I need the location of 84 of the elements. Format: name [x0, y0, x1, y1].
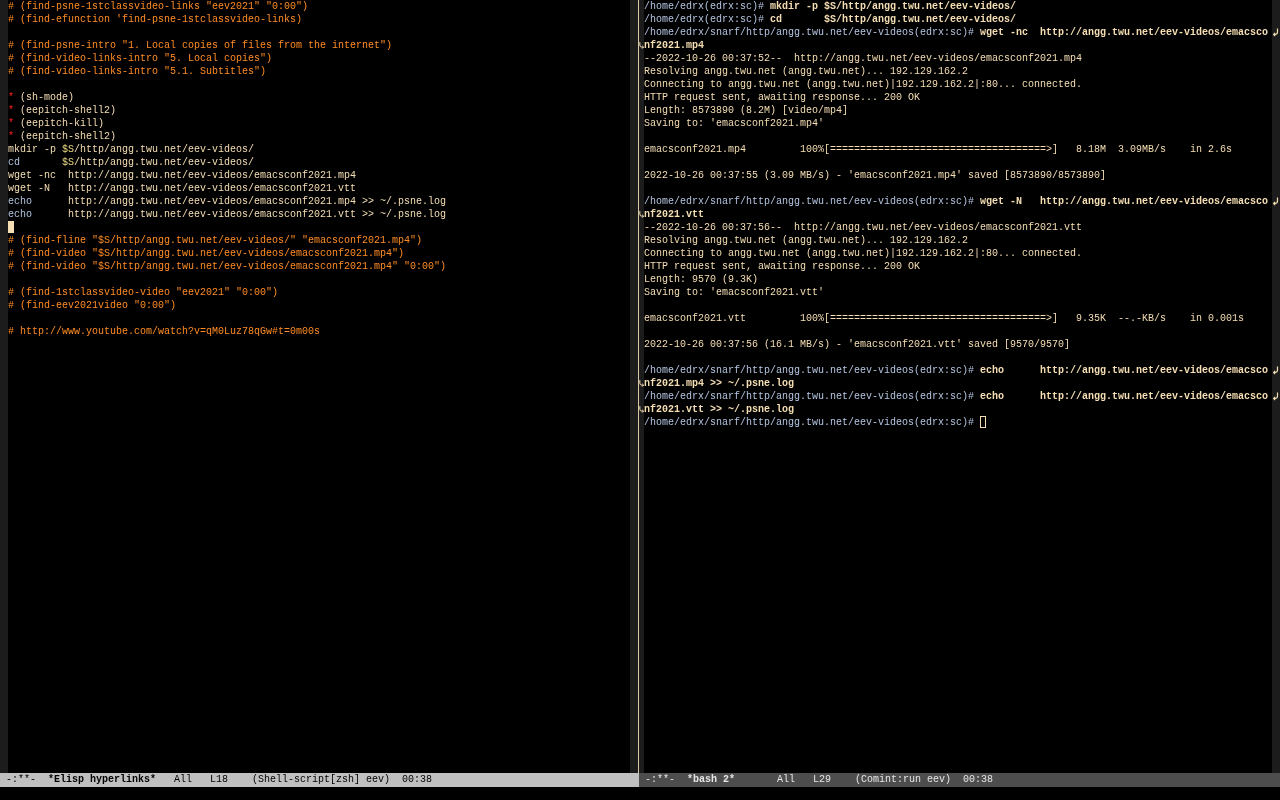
command-output: 2022-10-26 00:37:56 (16.1 MB/s) - 'emacsconf2021.vtt' saved [9570/9570] — [644, 339, 1071, 350]
command-output: --2022-10-26 00:37:56-- http://angg.twu.net/eev-videos/emacsconf2021.vtt — [644, 222, 1083, 233]
code-text: (eepitch-shell2) — [20, 131, 117, 142]
shell-command: nf2021.mp4 — [644, 40, 704, 51]
scroll-position: All — [174, 773, 193, 787]
line-number: L18 — [210, 773, 229, 787]
shell-prompt: /home/edrx/snarf/http/angg.twu.net/eev-videos(edrx:sc)# — [644, 196, 975, 207]
heading-asterisk: * — [8, 105, 14, 116]
builtin-command: echo — [8, 209, 32, 220]
heading-asterisk: * — [8, 118, 14, 129]
command-output: 2022-10-26 00:37:55 (3.09 MB/s) - 'emacsconf2021.mp4' saved [8573890/8573890] — [644, 170, 1107, 181]
command-output: Saving to: 'emacsconf2021.vtt' — [644, 287, 825, 298]
shell-prompt: /home/edrx/snarf/http/angg.twu.net/eev-videos(edrx:sc)# — [644, 417, 975, 428]
modified-status: -:**- — [6, 773, 36, 787]
shell-command: mkdir -p $S/http/angg.twu.net/eev-videos/ — [770, 1, 1017, 12]
command-output: Resolving angg.twu.net (angg.twu.net)... 192.129.162.2 — [644, 235, 969, 246]
comment-text: # http://www.youtube.com/watch?v=qM0Luz78qGw#t=0m00s — [8, 326, 321, 337]
heading-asterisk: * — [8, 131, 14, 142]
wrap-arrow-icon — [1273, 197, 1279, 206]
shell-command: wget -nc http://angg.twu.net/eev-videos/emacsco — [980, 27, 1269, 38]
wrap-arrow-icon — [1273, 392, 1279, 401]
command-output: --2022-10-26 00:37:52-- http://angg.twu.net/eev-videos/emacsconf2021.mp4 — [644, 53, 1083, 64]
comment-text: # (find-video "$S/http/angg.twu.net/eev-videos/emacsconf2021.mp4" "0:00") — [8, 261, 447, 272]
code-text: wget -N http://angg.twu.net/eev-videos/emacsconf2021.vtt — [8, 183, 357, 194]
clock-time: 00:38 — [963, 773, 994, 787]
comment-text: # (find-psne-intro "1. Local copies of files from the internet") — [8, 40, 393, 51]
code-text: mkdir -p — [8, 144, 56, 155]
code-text: /http/angg.twu.net/eev-videos/ — [74, 157, 255, 168]
command-output: HTTP request sent, awaiting response... 200 OK — [644, 92, 921, 103]
command-output: Length: 9570 (9.3K) — [644, 274, 759, 285]
comment-text: # (find-1stclassvideo-video "eev2021" "0:00") — [8, 287, 279, 298]
code-text: /http/angg.twu.net/eev-videos/ — [74, 144, 255, 155]
wrap-arrow-icon — [639, 41, 644, 50]
comment-text: # (find-video-links-intro "5. Local copies") — [8, 53, 273, 64]
code-text: (sh-mode) — [20, 92, 75, 103]
wrap-arrow-icon — [639, 379, 644, 388]
variable-text: $S — [62, 144, 75, 155]
command-output: HTTP request sent, awaiting response... 200 OK — [644, 261, 921, 272]
shell-command: nf2021.vtt — [644, 209, 704, 220]
scroll-position: All — [777, 773, 796, 787]
shell-prompt: /home/edrx/snarf/http/angg.twu.net/eev-videos(edrx:sc)# — [644, 391, 975, 402]
command-output: Length: 8573890 (8.2M) [video/mp4] — [644, 105, 849, 116]
shell-prompt: /home/edrx/snarf/http/angg.twu.net/eev-videos(edrx:sc)# — [644, 365, 975, 376]
wrap-arrow-icon — [1273, 28, 1279, 37]
code-text: (eepitch-shell2) — [20, 105, 117, 116]
major-mode: (Shell-script[zsh] eev) — [252, 773, 391, 787]
shell-command: cd $S/http/angg.twu.net/eev-videos/ — [770, 14, 1017, 25]
shell-command: wget -N http://angg.twu.net/eev-videos/emacsco — [980, 196, 1269, 207]
command-output: emacsconf2021.vtt 100%[====================================>] 9.35K --.-KB/s in 0.001s — [644, 313, 1245, 324]
shell-prompt: /home/edrx(edrx:sc)# — [644, 14, 765, 25]
variable-text: $S — [62, 157, 75, 168]
modified-status: -:**- — [645, 773, 675, 787]
code-text: http://angg.twu.net/eev-videos/emacsconf2021.vtt >> ~/.psne.log — [68, 209, 447, 220]
buffer-name: *bash 2* — [687, 773, 737, 787]
comment-text: # (find-psne-1stclassvideo-links "eev2021" "0:00") — [8, 1, 309, 12]
shell-prompt: /home/edrx(edrx:sc)# — [644, 1, 765, 12]
shell-command: echo http://angg.twu.net/eev-videos/emacsco — [980, 391, 1269, 402]
shell-prompt: /home/edrx/snarf/http/angg.twu.net/eev-videos(edrx:sc)# — [644, 27, 975, 38]
comment-text: # (find-video-links-intro "5.1. Subtitles") — [8, 66, 267, 77]
command-output: Saving to: 'emacsconf2021.mp4' — [644, 118, 825, 129]
shell-command: nf2021.mp4 >> ~/.psne.log — [644, 378, 795, 389]
clock-time: 00:38 — [402, 773, 433, 787]
code-text: http://angg.twu.net/eev-videos/emacsconf2021.mp4 >> ~/.psne.log — [68, 196, 447, 207]
major-mode: (Comint:run eev) — [855, 773, 952, 787]
code-text: wget -nc http://angg.twu.net/eev-videos/emacsconf2021.mp4 — [8, 170, 357, 181]
code-text: (eepitch-kill) — [20, 118, 105, 129]
comment-text: # (find-fline "$S/http/angg.twu.net/eev-videos/" "emacsconf2021.mp4") — [8, 235, 423, 246]
builtin-command: cd — [8, 157, 20, 168]
shell-command: nf2021.vtt >> ~/.psne.log — [644, 404, 795, 415]
wrap-arrow-icon — [1273, 366, 1279, 375]
builtin-command: echo — [8, 196, 32, 207]
comment-text: # (find-video "$S/http/angg.twu.net/eev-videos/emacsconf2021.mp4") — [8, 248, 405, 259]
line-number: L29 — [813, 773, 832, 787]
wrap-arrow-icon — [639, 210, 644, 219]
shell-command: echo http://angg.twu.net/eev-videos/emacsco — [980, 365, 1269, 376]
heading-asterisk: * — [8, 92, 14, 103]
buffer-name: *Elisp hyperlinks* — [48, 773, 157, 787]
command-output: emacsconf2021.mp4 100%[====================================>] 8.18M 3.09MB/s in 2.6s — [644, 144, 1233, 155]
comment-text: # (find-efunction 'find-psne-1stclassvideo-links) — [8, 14, 303, 25]
command-output: Connecting to angg.twu.net (angg.twu.net)|192.129.162.2|:80... connected. — [644, 248, 1083, 259]
wrap-arrow-icon — [639, 405, 644, 414]
command-output: Connecting to angg.twu.net (angg.twu.net)|192.129.162.2|:80... connected. — [644, 79, 1083, 90]
command-output: Resolving angg.twu.net (angg.twu.net)... 192.129.162.2 — [644, 66, 969, 77]
comment-text: # (find-eev2021video "0:00") — [8, 300, 177, 311]
